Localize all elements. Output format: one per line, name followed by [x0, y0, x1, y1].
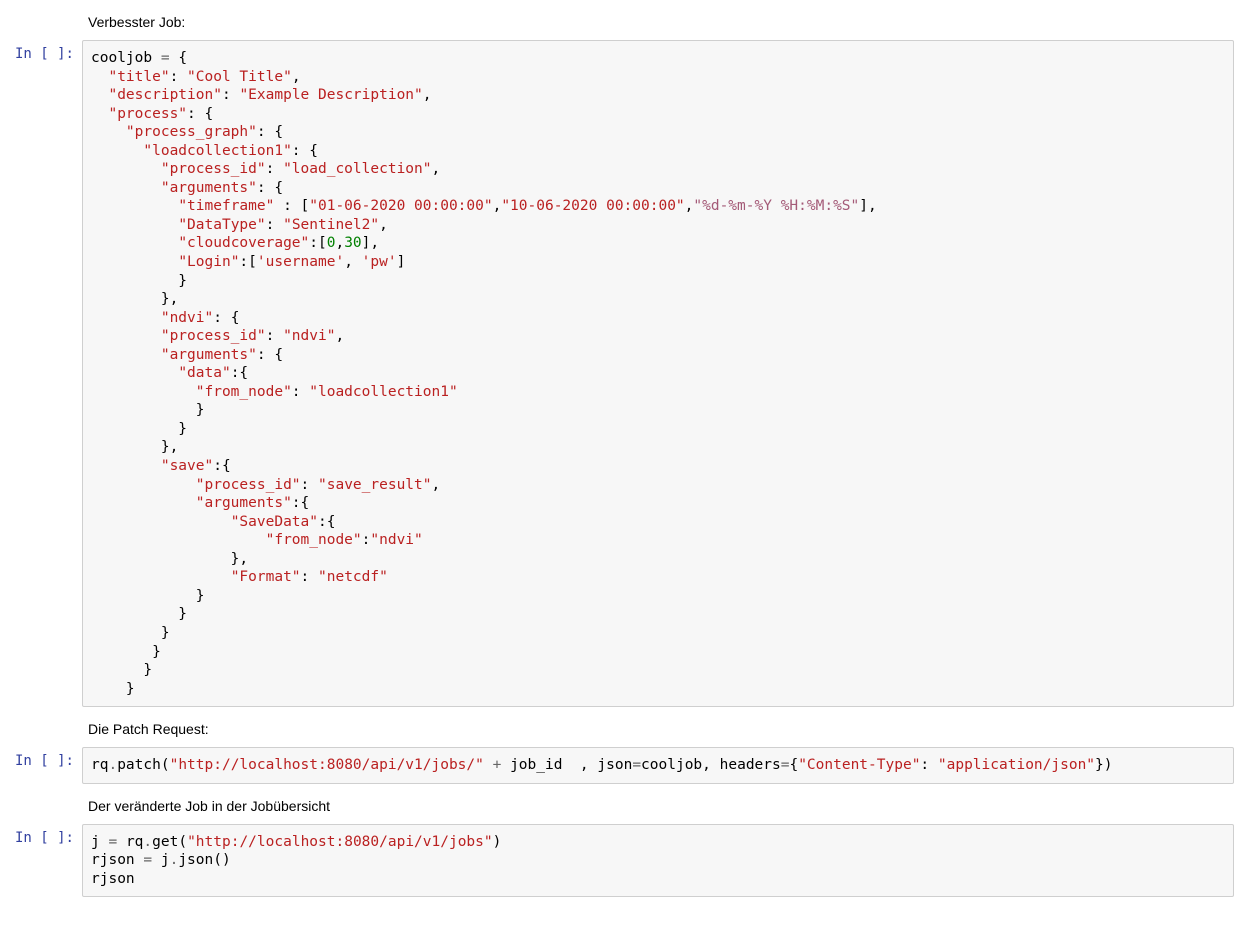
code-token: { [178, 50, 187, 66]
markdown-cell: Der veränderte Job in der Jobübersicht [0, 792, 1249, 824]
prompt-empty [0, 792, 82, 824]
notebook: Verbesster Job: In [ ]: cooljob = { "tit… [0, 0, 1249, 925]
code-token: "cloudcoverage" [178, 235, 309, 251]
code-token: "description" [108, 87, 222, 103]
code-token: "Login" [178, 254, 239, 270]
code-cell: In [ ]: cooljob = { "title": "Cool Title… [0, 40, 1249, 715]
code-token: ( [161, 757, 170, 773]
code-token: job_id [510, 757, 580, 773]
code-token: "http://localhost:8080/api/v1/jobs/" [170, 757, 484, 773]
code-token: "01-06-2020 00:00:00" [309, 198, 492, 214]
code-token: cooljob [91, 50, 152, 66]
code-token: "SaveData" [231, 514, 318, 530]
code-token: "Sentinel2" [283, 217, 379, 233]
code-token: rq [91, 757, 108, 773]
markdown-cell: Die Patch Request: [0, 715, 1249, 747]
prompt-empty [0, 8, 82, 40]
code-token: ) [493, 834, 502, 850]
code-token: rjson [91, 852, 135, 868]
code-token: "from_node" [196, 384, 292, 400]
code-token: "from_node" [266, 532, 362, 548]
code-token: "arguments" [196, 495, 292, 511]
code-token: "data" [178, 365, 230, 381]
input-prompt: In [ ]: [0, 40, 82, 715]
code-token: "process_id" [161, 161, 266, 177]
code-input[interactable]: rq.patch("http://localhost:8080/api/v1/j… [82, 747, 1234, 784]
code-token: "arguments" [161, 180, 257, 196]
code-token: "process_id" [196, 477, 301, 493]
code-token: "save_result" [318, 477, 432, 493]
code-token: headers [720, 757, 781, 773]
code-token: j [161, 852, 170, 868]
code-token: { [789, 757, 798, 773]
input-prompt: In [ ]: [0, 747, 82, 792]
code-token: cooljob [641, 757, 702, 773]
code-token: + [484, 757, 510, 773]
code-token: "process" [108, 106, 187, 122]
code-token: = [135, 852, 161, 868]
code-token: () [213, 852, 230, 868]
code-token: = [100, 834, 126, 850]
code-token: "save" [161, 458, 213, 474]
code-token: get [152, 834, 178, 850]
prompt-empty [0, 715, 82, 747]
code-token: . [143, 834, 152, 850]
code-token: , [580, 757, 597, 773]
code-token: "ndvi" [283, 328, 335, 344]
code-cell: In [ ]: j = rq.get("http://localhost:808… [0, 824, 1249, 906]
code-token: json [597, 757, 632, 773]
code-token: "loadcollection1" [309, 384, 457, 400]
code-input[interactable]: j = rq.get("http://localhost:8080/api/v1… [82, 824, 1234, 898]
markdown-text: Verbesster Job: [82, 8, 1234, 40]
code-token: ) [1104, 757, 1113, 773]
code-token: : [920, 757, 937, 773]
code-token: "Cool Title" [187, 69, 292, 85]
code-token: ( [178, 834, 187, 850]
code-token: 'username' [257, 254, 344, 270]
code-token: . [108, 757, 117, 773]
code-token: } [1095, 757, 1104, 773]
code-token: 'pw' [362, 254, 397, 270]
markdown-text: Der veränderte Job in der Jobübersicht [82, 792, 1234, 824]
code-token: 0 [327, 235, 336, 251]
code-cell: In [ ]: rq.patch("http://localhost:8080/… [0, 747, 1249, 792]
code-token: "DataType" [178, 217, 265, 233]
code-input[interactable]: cooljob = { "title": "Cool Title", "desc… [82, 40, 1234, 707]
code-token: "%d-%m-%Y %H:%M:%S" [693, 198, 859, 214]
markdown-text: Die Patch Request: [82, 715, 1234, 747]
code-token: rq [126, 834, 143, 850]
code-token: 30 [344, 235, 361, 251]
code-token: "load_collection" [283, 161, 431, 177]
code-token: j [91, 834, 100, 850]
code-token: patch [117, 757, 161, 773]
code-token: "Format" [231, 569, 301, 585]
code-token: "http://localhost:8080/api/v1/jobs" [187, 834, 493, 850]
input-prompt: In [ ]: [0, 824, 82, 906]
code-token: json [178, 852, 213, 868]
code-token: "process_id" [161, 328, 266, 344]
code-token: "Content-Type" [798, 757, 920, 773]
code-token: "loadcollection1" [143, 143, 291, 159]
code-token: "arguments" [161, 347, 257, 363]
code-token: rjson [91, 871, 135, 887]
code-token: "ndvi" [161, 310, 213, 326]
code-token: "10-06-2020 00:00:00" [501, 198, 684, 214]
code-token: = [632, 757, 641, 773]
markdown-cell: Verbesster Job: [0, 8, 1249, 40]
code-token: "process_graph" [126, 124, 257, 140]
code-token: "ndvi" [370, 532, 422, 548]
code-token: "Example Description" [239, 87, 422, 103]
code-token: "timeframe" [178, 198, 274, 214]
code-token: "title" [108, 69, 169, 85]
code-token: "application/json" [938, 757, 1095, 773]
code-token: = [152, 50, 178, 66]
code-token: "netcdf" [318, 569, 388, 585]
code-token: , [702, 757, 719, 773]
